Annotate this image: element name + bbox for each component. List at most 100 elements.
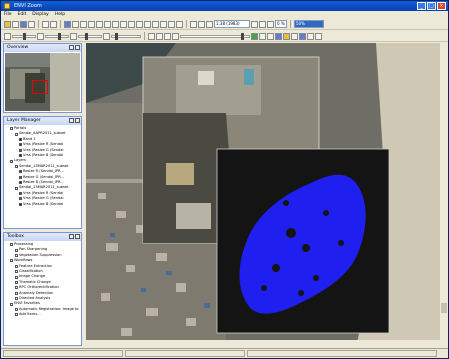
line-icon[interactable] [168,20,175,28]
minimize-button[interactable]: _ [417,2,426,10]
contrast-icon [37,32,44,40]
zoom-in-icon[interactable] [198,20,205,28]
zoom-out-icon[interactable] [190,20,197,28]
measure-icon[interactable] [291,32,298,40]
redo-icon[interactable] [50,20,57,28]
zoom-icon[interactable] [96,20,103,28]
zoom-combo[interactable]: 1:38 (1983) [214,20,250,28]
status-bar [1,348,448,358]
checkbox-icon[interactable] [15,165,18,169]
layer-manager-panel: Layer Manager Portals Sendai_AAPR2011_sub… [3,116,82,229]
text-icon[interactable] [128,20,135,28]
menu-edit[interactable]: Edit [18,11,27,19]
stretch-combo[interactable]: 50% [294,20,324,28]
checkbox-icon[interactable] [15,291,18,295]
app-icon [4,3,10,9]
status-cell-1 [3,350,123,357]
open-icon[interactable] [4,20,11,28]
overview-image[interactable] [5,53,80,111]
band-color-icon [19,143,22,147]
checkbox-icon[interactable] [10,159,13,163]
panel-float-icon[interactable] [69,118,74,123]
arrow-icon[interactable] [160,20,167,28]
image-view[interactable] [86,43,448,348]
checkbox-icon[interactable] [15,264,18,268]
rotate-icon[interactable] [88,20,95,28]
checkbox-icon[interactable] [15,281,18,285]
ellipse-icon[interactable] [144,20,151,28]
portal-icon[interactable] [148,32,155,40]
polygon-icon[interactable] [136,20,143,28]
cursor-value-icon[interactable] [307,32,314,40]
band-color-icon [19,192,22,196]
checkbox-icon[interactable] [10,259,13,263]
panel-close-icon[interactable] [75,45,80,50]
crosshair-icon[interactable] [104,20,111,28]
rotate-right-icon[interactable] [259,20,266,28]
checkbox-icon[interactable] [10,302,13,306]
band-color-icon [19,181,22,185]
view-blend-icon[interactable] [156,32,163,40]
layer-manager-title: Layer Manager [7,118,41,123]
menu-file[interactable]: File [4,11,12,19]
brightness-icon [4,32,11,40]
annotation-icon[interactable] [120,20,127,28]
view-swipe-icon[interactable] [172,32,179,40]
star-icon[interactable] [152,20,159,28]
undo-icon[interactable] [42,20,49,28]
panel-float-icon[interactable] [69,45,74,50]
tree-item-label: Add Items... [19,312,41,317]
preferences-icon[interactable] [315,32,322,40]
print-icon[interactable] [28,20,35,28]
close-button[interactable]: × [437,2,446,10]
checkbox-icon[interactable] [15,297,18,301]
panel-close-icon[interactable] [75,234,80,239]
swipe-slider[interactable] [180,32,250,40]
panel-close-icon[interactable] [75,118,80,123]
rotate-reset-icon[interactable] [267,20,274,28]
band-color-icon [19,175,22,179]
tree-item[interactable]: Vrss (Resize B (Sendai [6,202,81,207]
save-icon[interactable] [20,20,27,28]
checkbox-icon[interactable] [15,286,18,290]
layer-tree: Portals Sendai_AAPR2011_subset Band 1 Vrss … [4,125,81,207]
checkbox-icon[interactable] [15,248,18,252]
menu-bar: File Edit Display Help [1,11,448,19]
checkbox-icon[interactable] [15,132,18,136]
tree-item-label: Vrss (Resize B (Sendai [23,201,64,206]
checkbox-icon[interactable] [10,243,13,247]
fly-icon[interactable] [80,20,87,28]
transparency-slider[interactable] [111,32,141,40]
menu-display[interactable]: Display [32,11,49,19]
play-icon[interactable] [251,32,258,40]
grid-icon[interactable] [267,32,274,40]
chip-icon[interactable] [275,32,282,40]
data-manager-icon[interactable] [12,20,19,28]
tree-item[interactable]: Add Items... [6,312,81,317]
contrast-slider[interactable] [45,32,69,40]
checkbox-icon[interactable] [15,270,18,274]
layer-icon[interactable] [299,32,306,40]
maximize-button[interactable]: □ [427,2,436,10]
zoom-fixed-icon[interactable] [206,20,213,28]
checkbox-icon[interactable] [15,186,18,190]
rotate-left-icon[interactable] [251,20,258,28]
checkbox-icon[interactable] [10,127,13,131]
rotation-combo[interactable]: 0 % [275,20,287,28]
pan-icon[interactable] [72,20,79,28]
checkbox-icon[interactable] [15,275,18,279]
checkbox-icon[interactable] [15,313,18,317]
select-arrow-icon[interactable] [64,20,71,28]
panel-float-icon[interactable] [69,234,74,239]
checkbox-icon[interactable] [15,254,18,258]
pause-icon[interactable] [259,32,266,40]
roi-icon[interactable] [283,32,290,40]
view-flicker-icon[interactable] [164,32,171,40]
vector-icon[interactable] [112,20,119,28]
picture-icon[interactable] [176,20,183,28]
image-canvas[interactable] [86,43,448,348]
sharpen-slider[interactable] [78,32,102,40]
menu-help[interactable]: Help [55,11,65,19]
checkbox-icon[interactable] [15,308,18,312]
brightness-slider[interactable] [12,32,36,40]
